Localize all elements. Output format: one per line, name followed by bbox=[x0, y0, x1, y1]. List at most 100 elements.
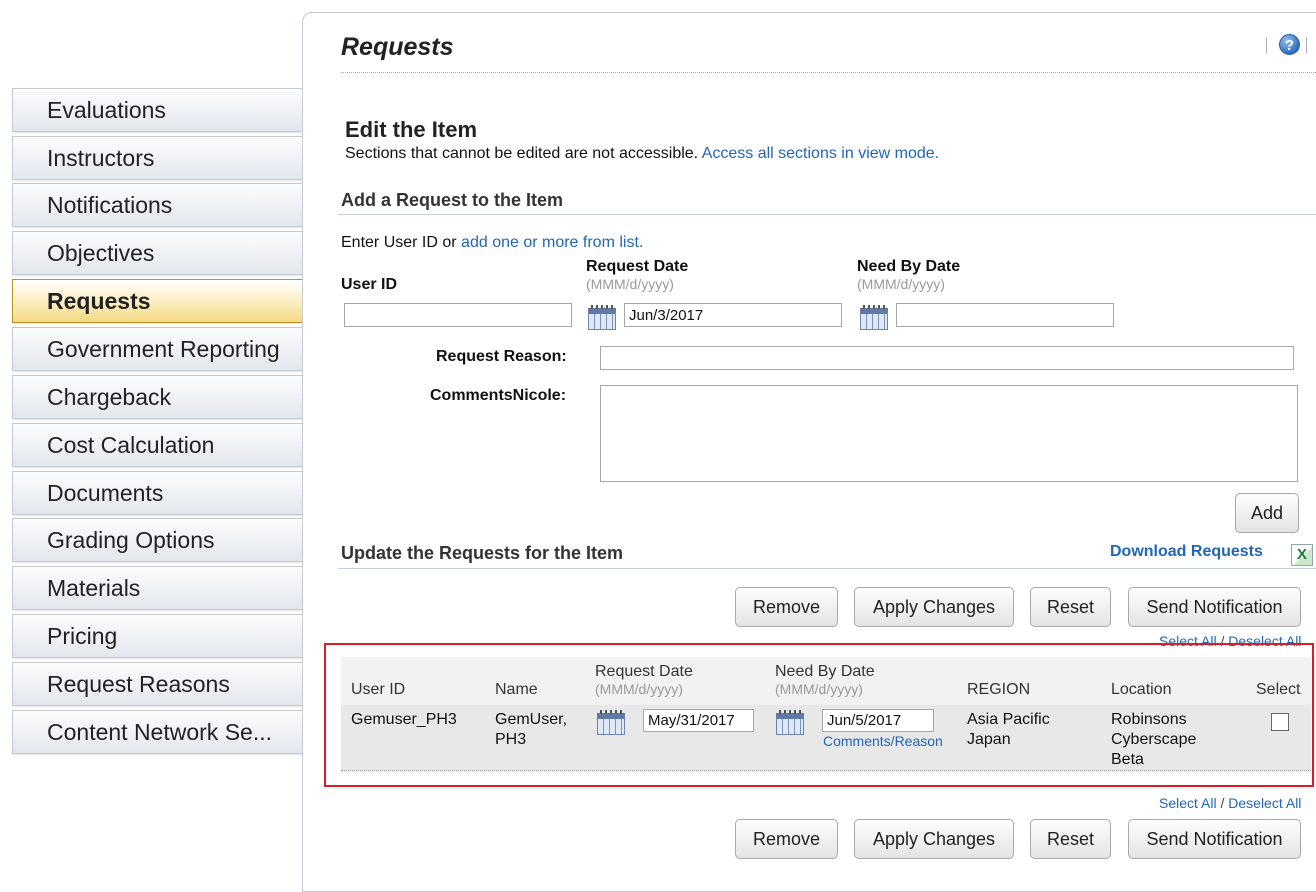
sidebar-item-label: Instructors bbox=[47, 145, 155, 171]
comments-textarea[interactable] bbox=[600, 385, 1298, 482]
user-id-input[interactable] bbox=[344, 303, 572, 327]
add-section-title: Add a Request to the Item bbox=[341, 190, 564, 210]
sidebar-item-request-reasons[interactable]: Request Reasons bbox=[12, 662, 302, 706]
column-header-request-date: Request Date bbox=[595, 663, 693, 680]
enter-user-text: Enter User ID or bbox=[341, 234, 457, 251]
select-all-link[interactable]: Select All bbox=[1159, 633, 1217, 649]
sidebar-item-label: Pricing bbox=[47, 623, 118, 649]
select-links-top: Select All / Deselect All bbox=[1159, 633, 1301, 649]
sidebar-item-grading-options[interactable]: Grading Options bbox=[12, 518, 302, 562]
sidebar-item-label: Request Reasons bbox=[47, 671, 230, 697]
sidebar-item-label: Requests bbox=[47, 288, 151, 314]
sidebar-item-label: Evaluations bbox=[47, 97, 166, 123]
select-all-link[interactable]: Select All bbox=[1159, 795, 1217, 811]
column-header-user-id: User ID bbox=[351, 681, 406, 698]
cell-name-line: GemUser, bbox=[495, 711, 568, 728]
cell-region: Asia Pacific Japan bbox=[967, 710, 1050, 750]
need-by-date-input[interactable] bbox=[896, 303, 1114, 327]
reset-button[interactable]: Reset bbox=[1030, 587, 1111, 627]
link-separator: / bbox=[1220, 633, 1225, 649]
send-notification-button[interactable]: Send Notification bbox=[1128, 819, 1301, 859]
sidebar-item-chargeback[interactable]: Chargeback bbox=[12, 375, 302, 419]
sidebar-item-objectives[interactable]: Objectives bbox=[12, 231, 302, 275]
sidebar-item-requests[interactable]: Requests bbox=[12, 279, 320, 325]
apply-changes-button[interactable]: Apply Changes bbox=[854, 587, 1014, 627]
calendar-icon[interactable] bbox=[588, 305, 616, 330]
need-by-label: Need By Date bbox=[857, 258, 961, 275]
edit-note-text: Sections that cannot be edited are not a… bbox=[345, 145, 699, 162]
sidebar-item-documents[interactable]: Documents bbox=[12, 471, 302, 515]
sidebar-item-label: Chargeback bbox=[47, 384, 172, 410]
sidebar-item-evaluations[interactable]: Evaluations bbox=[12, 88, 302, 132]
send-notification-button[interactable]: Send Notification bbox=[1128, 587, 1301, 627]
row-select-checkbox[interactable] bbox=[1271, 713, 1289, 731]
enter-user-instructions: Enter User ID or add one or more from li… bbox=[341, 234, 643, 252]
select-links-bottom: Select All / Deselect All bbox=[1159, 795, 1301, 811]
reset-button[interactable]: Reset bbox=[1030, 819, 1111, 859]
cell-region-line: Japan bbox=[967, 731, 1011, 748]
row-need-by-date-input[interactable] bbox=[822, 709, 934, 732]
column-header-region: REGION bbox=[967, 681, 1031, 698]
row-request-date-input[interactable] bbox=[643, 709, 754, 732]
divider bbox=[1306, 37, 1307, 53]
column-header-location: Location bbox=[1111, 681, 1172, 698]
sidebar-item-notifications[interactable]: Notifications bbox=[12, 183, 302, 227]
column-header-need-by-hint: (MMM/d/yyyy) bbox=[775, 681, 863, 697]
sidebar-nav: Evaluations Instructors Notifications Ob… bbox=[0, 0, 320, 878]
excel-icon[interactable]: X bbox=[1291, 544, 1313, 566]
column-header-select: Select bbox=[1256, 681, 1301, 698]
divider bbox=[338, 568, 1316, 569]
divider bbox=[338, 214, 1316, 215]
deselect-all-link[interactable]: Deselect All bbox=[1228, 795, 1301, 811]
edit-heading: Edit the Item bbox=[345, 117, 478, 142]
add-button[interactable]: Add bbox=[1235, 493, 1299, 533]
cell-location-line: Robinsons bbox=[1111, 711, 1187, 728]
divider bbox=[1266, 37, 1267, 53]
deselect-all-link[interactable]: Deselect All bbox=[1228, 633, 1301, 649]
sidebar-item-label: Government Reporting bbox=[47, 336, 280, 362]
sidebar-item-cost-calculation[interactable]: Cost Calculation bbox=[12, 423, 302, 467]
help-icon[interactable]: ? bbox=[1279, 34, 1300, 55]
download-requests-link[interactable]: Download Requests bbox=[1110, 543, 1263, 561]
request-date-input[interactable] bbox=[624, 303, 842, 327]
sidebar-item-pricing[interactable]: Pricing bbox=[12, 614, 302, 658]
column-header-need-by: Need By Date bbox=[775, 663, 875, 680]
sidebar-item-label: Content Network Se... bbox=[47, 719, 272, 745]
calendar-icon[interactable] bbox=[860, 305, 888, 330]
comments-reason-link[interactable]: Comments/Reason bbox=[823, 733, 943, 749]
request-date-label: Request Date bbox=[586, 258, 689, 275]
divider bbox=[341, 72, 1316, 73]
calendar-icon[interactable] bbox=[776, 710, 804, 735]
sidebar-item-instructors[interactable]: Instructors bbox=[12, 136, 302, 180]
remove-button[interactable]: Remove bbox=[735, 587, 838, 627]
sidebar-item-label: Objectives bbox=[47, 240, 155, 266]
sidebar-item-label: Grading Options bbox=[47, 527, 215, 553]
add-from-list-link[interactable]: add one or more from list. bbox=[461, 234, 643, 251]
column-header-request-date-hint: (MMM/d/yyyy) bbox=[595, 681, 683, 697]
request-reason-label: Request Reason: bbox=[436, 348, 567, 365]
remove-button[interactable]: Remove bbox=[735, 819, 838, 859]
request-date-hint: (MMM/d/yyyy) bbox=[586, 276, 674, 292]
cell-user-id: Gemuser_PH3 bbox=[351, 711, 457, 728]
cell-location-line: Beta bbox=[1111, 751, 1144, 768]
cell-name-line: PH3 bbox=[495, 731, 527, 748]
edit-note: Sections that cannot be edited are not a… bbox=[345, 145, 939, 163]
sidebar-item-materials[interactable]: Materials bbox=[12, 566, 302, 610]
sidebar-item-label: Notifications bbox=[47, 192, 173, 218]
sidebar-item-content-network[interactable]: Content Network Se... bbox=[12, 710, 302, 754]
sidebar-item-label: Cost Calculation bbox=[47, 432, 215, 458]
cell-name: GemUser, PH3 bbox=[495, 710, 567, 750]
column-header-name: Name bbox=[495, 681, 538, 698]
view-mode-link[interactable]: Access all sections in view mode. bbox=[702, 145, 939, 162]
page-title: Requests bbox=[341, 33, 454, 61]
request-reason-input[interactable] bbox=[600, 346, 1294, 370]
cell-location-line: Cyberscape bbox=[1111, 731, 1197, 748]
need-by-hint: (MMM/d/yyyy) bbox=[857, 276, 945, 292]
sidebar-item-label: Materials bbox=[47, 575, 141, 601]
cell-location: Robinsons Cyberscape Beta bbox=[1111, 710, 1196, 770]
comments-label: CommentsNicole: bbox=[430, 387, 567, 404]
update-section-title: Update the Requests for the Item bbox=[341, 543, 624, 563]
apply-changes-button[interactable]: Apply Changes bbox=[854, 819, 1014, 859]
sidebar-item-government-reporting[interactable]: Government Reporting bbox=[12, 327, 302, 371]
calendar-icon[interactable] bbox=[597, 710, 625, 735]
